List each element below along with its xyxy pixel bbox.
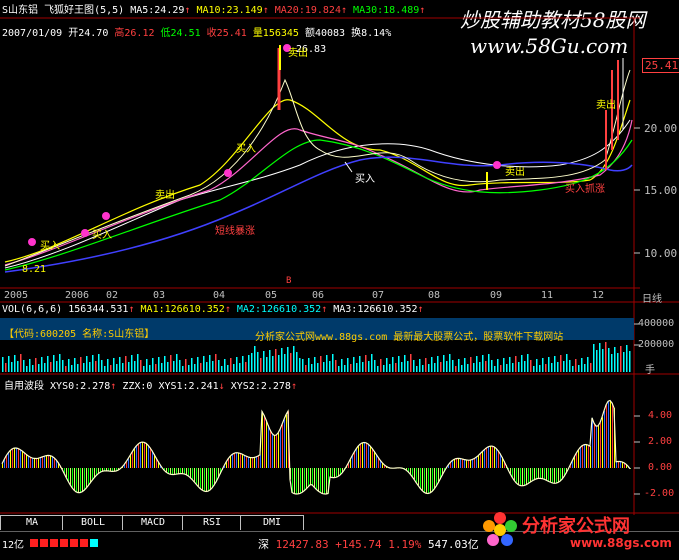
wave-axis-2: 2.00 — [648, 436, 673, 447]
wave-xys2: XYS2:2.278 — [230, 381, 291, 392]
index-name: 深 — [258, 538, 269, 551]
buy-label-4: 买入 — [92, 230, 112, 241]
time-axis-label: 04 — [213, 290, 226, 301]
logo-icon — [480, 510, 520, 550]
time-axis-label: 05 — [265, 290, 278, 301]
volume-axis-400000: 400000 — [638, 318, 675, 329]
index-value: 12427.83 — [275, 538, 329, 551]
wave-axis-4: 4.00 — [648, 410, 673, 421]
time-axis-label: 2006 — [65, 290, 90, 301]
time-axis-label: 02 — [106, 290, 119, 301]
volume-banner-ad: 分析家公式网www.88gs.com 最新最大股票公式，股票软件下载网站 — [255, 332, 564, 343]
time-axis-label: 11 — [541, 290, 554, 301]
wave-bars — [2, 400, 631, 494]
time-axis-label: 12 — [592, 290, 605, 301]
time-axis-label: 06 — [312, 290, 325, 301]
chart-canvas[interactable] — [0, 0, 679, 559]
sell-label-3: 卖出 — [155, 190, 175, 201]
short-surge-label: 短线暴涨 — [215, 226, 255, 237]
price-candles — [277, 45, 624, 190]
volume-title: VOL(6,6,6) — [2, 304, 63, 315]
volume-axis-unit: 手 — [645, 365, 655, 376]
tab-boll[interactable]: BOLL — [62, 515, 124, 530]
ma-line-white — [4, 119, 631, 269]
index-change-pct: 1.19% — [388, 538, 422, 551]
signal-dots — [28, 44, 501, 246]
time-axis-label: 07 — [372, 290, 385, 301]
low-price-label: 8.21 — [22, 264, 47, 275]
volume-axis-200000: 200000 — [638, 339, 675, 350]
wave-xys1: XYS1:2.241 — [158, 381, 219, 392]
sell-label-4: 卖出 — [505, 167, 525, 178]
price-axis-current: 25.41 — [642, 58, 679, 73]
ma-line-pink — [4, 119, 633, 266]
volume-value: 156344.531 — [68, 304, 129, 315]
price-axis-15: 15.00 — [644, 184, 678, 197]
tab-macd[interactable]: MACD — [122, 515, 184, 530]
volume-ma3: MA3:126610.352 — [333, 304, 418, 315]
volume-ma2: MA2:126610.352 — [236, 304, 322, 315]
b-marker: B — [286, 276, 292, 286]
tab-rsi[interactable]: RSI — [182, 515, 242, 530]
volume-ma1: MA1:126610.352 — [140, 304, 225, 315]
wave-axis-0: 0.00 — [648, 462, 673, 473]
tab-dmi[interactable]: DMI — [240, 515, 304, 530]
index-amount: 547.03亿 — [427, 538, 479, 551]
wave-zzx: ZZX:0 — [122, 381, 153, 392]
index-change: +145.74 — [335, 538, 382, 551]
period-unit[interactable]: 日线 — [642, 290, 662, 305]
volume-bars — [2, 342, 631, 372]
logo-name: 分析家公式网 — [522, 516, 630, 537]
status-left-value: 12亿 — [2, 540, 25, 551]
wave-axis-neg2: -2.00 — [644, 488, 675, 499]
volume-banner-code: 【代码:600205 名称:S山东铝】 — [4, 329, 155, 340]
price-axis-20: 20.00 — [644, 122, 678, 135]
ma-line-blue — [4, 156, 633, 273]
logo-url: www.88gs.com — [570, 536, 672, 550]
time-axis-label: 2005 — [4, 290, 29, 301]
tab-ma[interactable]: MA — [0, 515, 64, 530]
buy-label-1: 买入 — [355, 174, 375, 185]
wave-header: 自用波段 XYS0:2.278↑ ZZX:0 XYS1:2.241↓ XYS2:… — [4, 381, 297, 392]
buy-label-3: 买入 — [236, 144, 256, 155]
volume-header: VOL(6,6,6) 156344.531↑ MA1:126610.352↑ M… — [2, 304, 424, 315]
time-axis-label: 09 — [490, 290, 503, 301]
strong-buy-label: 买入抓涨 — [565, 184, 605, 195]
price-axis-10: 10.00 — [644, 247, 678, 260]
time-axis-label: 03 — [153, 290, 166, 301]
time-axis-label: 08 — [428, 290, 441, 301]
ma-line-green — [4, 139, 633, 271]
index-ticker[interactable]: 深 12427.83 +145.74 1.19% 547.03亿 — [258, 536, 479, 552]
sell-label-2: 卖出 — [596, 100, 616, 111]
buy-label-2: 买入 — [40, 241, 60, 252]
wave-xys0: XYS0:2.278 — [50, 381, 111, 392]
sell-label-1: 卖出 — [288, 48, 308, 59]
wave-title: 自用波段 — [4, 381, 44, 392]
